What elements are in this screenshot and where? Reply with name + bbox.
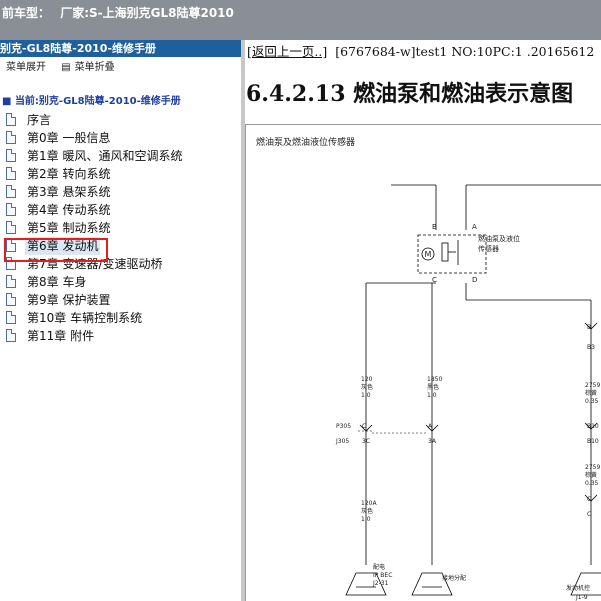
back-link[interactable]: [返回上一页..] <box>247 44 327 59</box>
wiring-diagram: 燃油泵及燃油液位传感器 M 燃油泵及液位 传感器 B A C D 120 灰色 … <box>245 124 601 601</box>
wire-left-2: 灰色 <box>361 383 373 391</box>
sidebar-header: 别克-GL8陆尊-2010-维修手册 <box>0 40 241 57</box>
document-icon <box>6 113 16 126</box>
vehicle-label: 前车型： <box>2 6 51 20</box>
tree-items: 序言第0章 一般信息第1章 暖风、通风和空调系统 第2章 转向系统 第3章 悬架系统… <box>0 111 241 345</box>
tree-item-label: 第5章 制动系统 <box>27 221 111 235</box>
document-icon <box>6 167 16 180</box>
tree-item[interactable]: 第5章 制动系统 <box>0 219 241 237</box>
ground-right-2: J1-9 <box>575 594 588 601</box>
maker-label: 厂家: <box>60 6 90 20</box>
document-icon <box>6 221 16 234</box>
document-icon <box>6 185 16 198</box>
ground-left-1: 配电 <box>373 563 385 571</box>
document-icon <box>6 293 16 306</box>
tree-item[interactable]: 第1章 暖风、通风和空调系统 <box>0 147 241 165</box>
tree-item-label: 第3章 悬架系统 <box>27 185 111 199</box>
ground-left-2: IP BEC <box>373 572 392 579</box>
tree-root-label: 当前:别克-GL8陆尊-2010-维修手册 <box>14 96 181 107</box>
ground-right-1: 发动机控 <box>566 584 590 592</box>
tree-item[interactable]: 第10章 车辆控制系统 <box>0 309 241 327</box>
diagram-title: 燃油泵及燃油液位传感器 <box>256 136 355 148</box>
wire-right-2: 棕黄 <box>585 389 597 397</box>
component-label-1: 燃油泵及液位 <box>478 234 520 243</box>
tree-item[interactable]: 第0章 一般信息 <box>0 129 241 147</box>
tree-item[interactable]: 序言 <box>0 111 241 129</box>
pin-label-b: B <box>432 223 437 231</box>
wire-left-3: 1.0 <box>361 392 371 399</box>
wire-right2-3: 0.35 <box>585 480 599 487</box>
breadcrumb: [返回上一页..] [6767684-w]test1 NO:10PC:1 .20… <box>247 41 594 60</box>
vehicle-value: S-上海别克GL8陆尊2010 <box>89 6 234 20</box>
document-icon <box>6 329 16 342</box>
document-icon <box>6 311 16 324</box>
component-label-2: 传感器 <box>478 244 499 253</box>
pin-label-d: D <box>472 276 477 284</box>
wire-right2-2: 棕黄 <box>585 471 597 479</box>
tree-item[interactable]: 第8章 车身 <box>0 273 241 291</box>
tree-item[interactable]: 第2章 转向系统 <box>0 165 241 183</box>
tree-item-label: 第0章 一般信息 <box>27 131 111 145</box>
tree-item[interactable]: 第3章 悬架系统 <box>0 183 241 201</box>
pin-c-label: C <box>362 423 366 430</box>
document-icon <box>6 275 16 288</box>
connector-p305: P305 <box>336 423 351 430</box>
wire-bottom-1: 120A <box>361 500 377 507</box>
document-icon <box>6 131 16 144</box>
content-pane: [返回上一页..] [6767684-w]test1 NO:10PC:1 .20… <box>245 40 601 601</box>
wire-right-3: 0.35 <box>585 398 599 405</box>
wire-mid-1: 1850 <box>427 376 442 383</box>
wiring-diagram-svg: 燃油泵及燃油液位传感器 M 燃油泵及液位 传感器 B A C D 120 灰色 … <box>256 136 601 601</box>
pin-b10-label: B10 <box>587 423 599 430</box>
pin-b3-label: B3 <box>587 344 595 351</box>
tree-root[interactable]: ■ 当前:别克-GL8陆尊-2010-维修手册 <box>0 93 241 111</box>
wire-bottom-2: 灰色 <box>361 507 373 515</box>
pin-3a-label: 3A <box>428 438 437 445</box>
pin-b10b-label: B10 <box>587 438 599 445</box>
wire-mid-3: 1.0 <box>427 392 437 399</box>
document-icon <box>6 149 16 162</box>
tree-item-label: 第10章 车辆控制系统 <box>27 311 143 325</box>
tree-item[interactable]: 第9章 保护装置 <box>0 291 241 309</box>
pin-b-label: B <box>587 324 591 331</box>
vehicle-info-bar: 前车型： 厂家:S-上海别克GL8陆尊2010 <box>0 0 601 40</box>
expand-menu-button[interactable]: 菜单展开 <box>6 62 46 73</box>
tree-item[interactable]: 第11章 附件 <box>0 327 241 345</box>
tree-item-label: 第9章 保护装置 <box>27 293 111 307</box>
wire-right-1: 2759 <box>585 382 600 389</box>
tree-item-label: 第11章 附件 <box>27 329 95 343</box>
connector-j305: J305 <box>335 438 349 445</box>
sidebar-toolbar: 菜单展开 ▤ 菜单折叠 <box>0 57 241 79</box>
wire-left-1: 120 <box>361 376 373 383</box>
ground-left-3: J2-31 <box>372 580 389 587</box>
pin-label-a: A <box>472 223 477 231</box>
pin-c3-label: C <box>587 511 591 518</box>
tree-item[interactable]: 第4章 传动系统 <box>0 201 241 219</box>
wire-right2-1: 2759 <box>585 464 600 471</box>
manual-tree: ■ 当前:别克-GL8陆尊-2010-维修手册 序言第0章 一般信息第1章 暖风… <box>0 79 241 345</box>
wire-bottom-3: 1.0 <box>361 516 371 523</box>
selection-highlight <box>4 238 108 262</box>
tree-item-label: 第2章 转向系统 <box>27 167 111 181</box>
page-title: 6.4.2.13 燃油泵和燃油表示意图 <box>246 81 574 107</box>
tree-item-label: 序言 <box>27 113 52 127</box>
tree-item-label: 第1章 暖风、通风和空调系统 <box>27 149 183 163</box>
pin-3c-label: 3C <box>362 438 370 445</box>
tree-item-label: 第4章 传动系统 <box>27 203 111 217</box>
motor-symbol: M <box>425 250 432 259</box>
pin-c2-label: C <box>587 496 591 503</box>
collapse-menu-button[interactable]: 菜单折叠 <box>75 62 115 73</box>
tree-item-label: 第8章 车身 <box>27 275 87 289</box>
doc-info: [6767684-w]test1 NO:10PC:1 .20165612 <box>335 44 595 59</box>
ground-mid-label: 接地分配 <box>442 574 466 582</box>
document-icon <box>6 203 16 216</box>
collapse-icon: ▤ <box>61 62 71 73</box>
book-icon: ■ <box>2 96 12 107</box>
sidebar: 别克-GL8陆尊-2010-维修手册 菜单展开 ▤ 菜单折叠 ■ 当前:别克-GL… <box>0 40 241 601</box>
wire-mid-2: 黑色 <box>427 383 439 391</box>
